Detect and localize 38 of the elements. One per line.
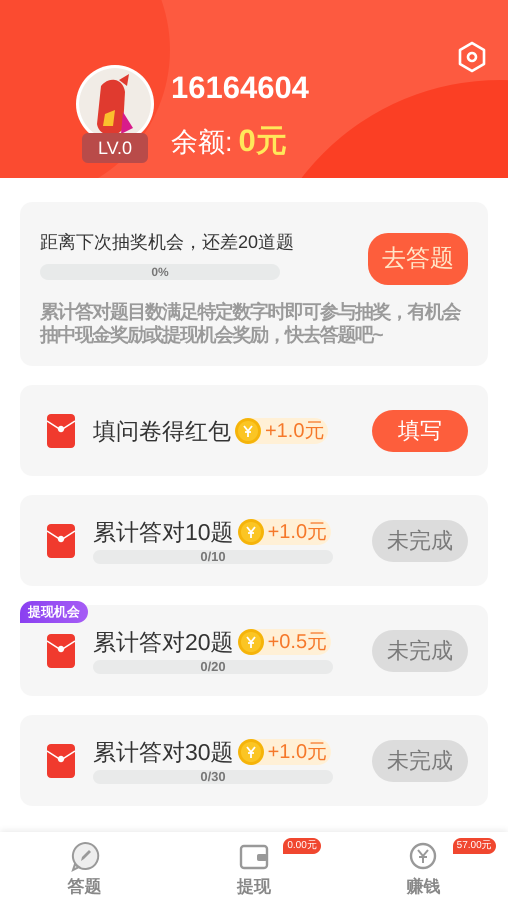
nav-tab[interactable]: 0.00元 提现 [169,832,339,902]
reward-badge: +1.0元 [238,739,332,765]
progress-bar: 0% [40,264,280,280]
nav-tab[interactable]: 57.00元 赚钱 [338,832,508,902]
coin-icon [238,629,264,655]
fill-in-button[interactable]: 填写 [372,410,468,452]
progress-bar: 0/30 [93,770,333,784]
envelope-icon [46,742,76,778]
lottery-description: 累计答对题目数满足特定数字时即可参与抽奖，有机会抽中现金奖励或提现机会奖励，快去答题吧~ [40,301,462,347]
nav-badge: 0.00元 [283,838,321,854]
task-title: 累计答对10题 [93,518,234,547]
pencil-icon [68,840,101,872]
task-title: 填问卷得红包 [93,416,231,446]
envelope-icon [46,522,76,558]
coin-icon [408,841,438,871]
envelope-icon [46,632,76,668]
envelope-icon [46,412,76,448]
balance-label: 余额: [171,126,233,159]
task-title: 累计答对20题 [93,628,234,657]
balance-value: 0元 [238,122,287,160]
nav-badge: 57.00元 [452,838,496,854]
coin-icon [238,519,264,545]
reward-badge: +0.5元 [238,629,332,655]
user-id: 16164604 [171,69,309,107]
coin-icon [235,418,261,444]
go-answer-button[interactable]: 去答题 [368,233,468,285]
settings-icon[interactable] [457,41,487,73]
lottery-title: 距离下次抽奖机会，还差20道题 [40,231,294,254]
progress-bar: 0/10 [93,550,333,564]
reward-badge: +1.0元 [235,418,328,444]
reward-badge: +1.0元 [238,519,332,545]
task-tag: 提现机会 [20,601,88,623]
coin-icon [238,739,264,765]
level-badge: LV.0 [82,133,148,163]
progress-bar: 0/20 [93,660,333,674]
wallet-icon [238,842,269,870]
nav-tab[interactable]: 答题 [0,832,170,902]
task-title: 累计答对30题 [93,738,234,767]
